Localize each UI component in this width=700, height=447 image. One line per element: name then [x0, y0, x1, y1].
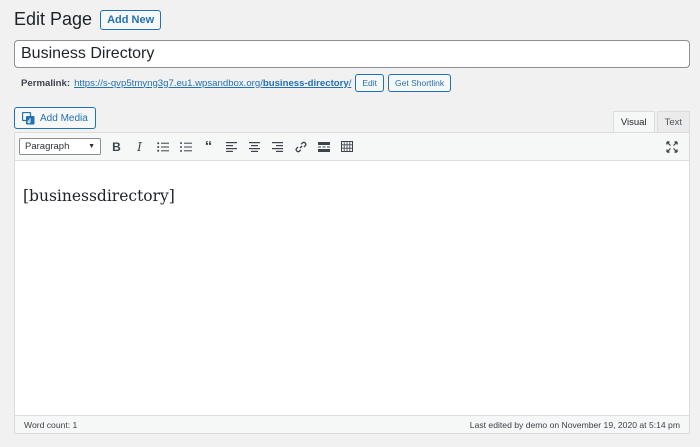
blockquote-icon[interactable]: “ [197, 136, 220, 158]
read-more-icon[interactable] [312, 136, 335, 158]
toolbar-toggle-icon[interactable] [335, 136, 358, 158]
editor-tabs: Visual Text [612, 111, 690, 132]
fullscreen-icon[interactable] [661, 136, 683, 158]
content-paragraph: [businessdirectory] [23, 187, 175, 205]
last-edited: Last edited by demo on November 19, 2020… [469, 419, 680, 430]
permalink-row: Permalink: https://s-qvp5tmyng3g7.eu1.wp… [21, 74, 452, 92]
chevron-down-icon: ▼ [88, 143, 95, 150]
numbered-list-icon[interactable] [174, 136, 197, 158]
tab-visual[interactable]: Visual [612, 111, 655, 132]
page-heading: Edit Page Add New [14, 9, 162, 30]
align-center-icon[interactable] [243, 136, 266, 158]
toolbar-buttons: B I “ [105, 136, 358, 158]
italic-icon[interactable]: I [128, 136, 151, 158]
editor-toolbar: Paragraph ▼ B I “ [15, 133, 689, 161]
link-icon[interactable] [289, 136, 312, 158]
editor-content[interactable]: [businessdirectory] [15, 161, 689, 415]
page-title: Edit Page [14, 9, 93, 29]
tab-text[interactable]: Text [656, 111, 690, 132]
editor-statusbar: Word count: 1 Last edited by demo on Nov… [15, 415, 689, 433]
align-right-icon[interactable] [266, 136, 289, 158]
permalink-link[interactable]: https://s-qvp5tmyng3g7.eu1.wpsandbox.org… [74, 78, 351, 89]
add-media-button[interactable]: Add Media [14, 107, 96, 129]
word-count: Word count: 1 [24, 419, 78, 430]
add-new-button[interactable]: Add New [100, 9, 162, 30]
post-title-input[interactable]: Business Directory [14, 40, 690, 68]
editor: Paragraph ▼ B I “ [businessdirectory] Wo… [14, 132, 690, 434]
format-select[interactable]: Paragraph ▼ [19, 138, 101, 155]
add-media-label: Add Media [40, 112, 88, 124]
align-left-icon[interactable] [220, 136, 243, 158]
bulleted-list-icon[interactable] [151, 136, 174, 158]
format-select-value: Paragraph [25, 141, 70, 152]
permalink-label: Permalink: [21, 77, 71, 89]
get-shortlink-button[interactable]: Get Shortlink [388, 74, 452, 92]
media-icon [22, 111, 35, 125]
bold-icon[interactable]: B [105, 136, 128, 158]
permalink-edit-button[interactable]: Edit [355, 74, 385, 92]
